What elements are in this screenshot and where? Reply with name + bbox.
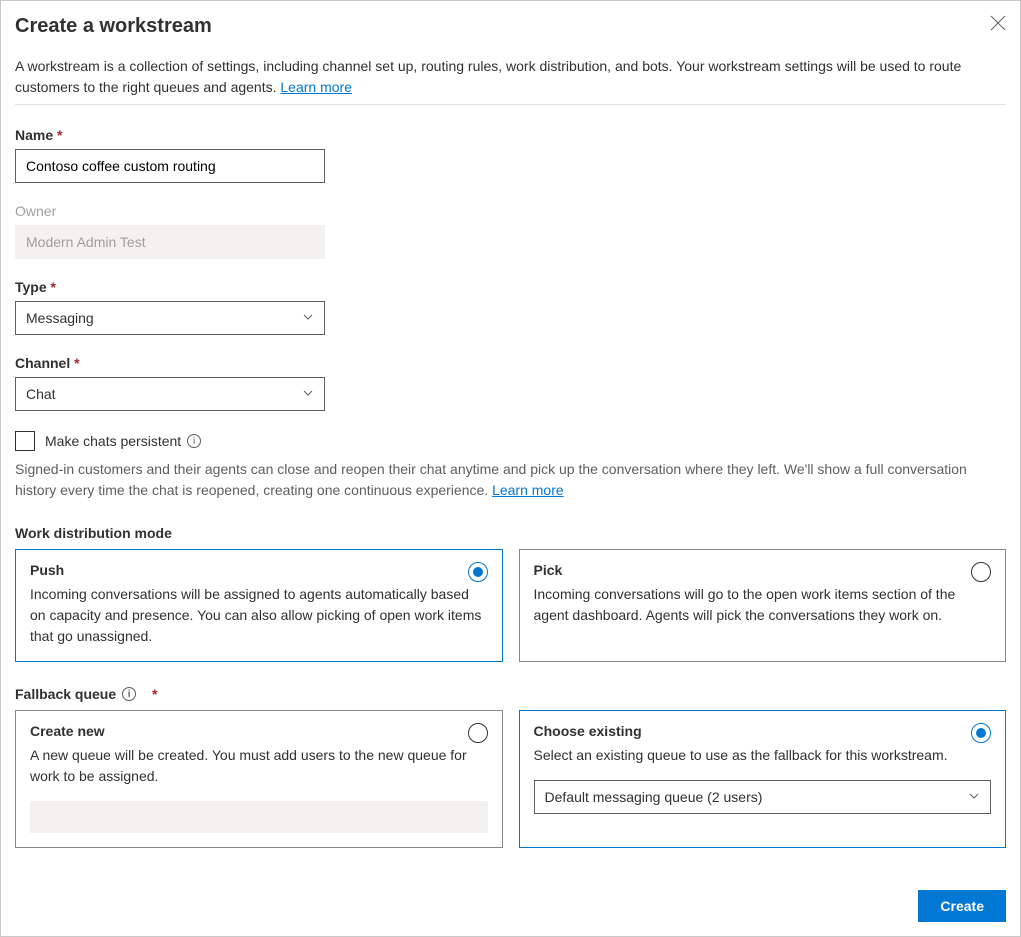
pick-card[interactable]: Pick Incoming conversations will go to t… xyxy=(519,549,1007,662)
channel-label: Channel * xyxy=(15,355,1006,371)
type-label: Type * xyxy=(15,279,1006,295)
create-new-radio[interactable] xyxy=(468,723,488,743)
persistent-label: Make chats persistent i xyxy=(45,433,201,449)
choose-existing-card[interactable]: Choose existing Select an existing queue… xyxy=(519,710,1007,848)
channel-select[interactable]: Chat xyxy=(15,377,325,411)
work-distribution-options: Push Incoming conversations will be assi… xyxy=(15,549,1006,662)
close-button[interactable] xyxy=(990,15,1006,34)
new-queue-name-input xyxy=(30,801,488,833)
fallback-queue-label: Fallback queue i * xyxy=(15,686,1006,702)
owner-input: Modern Admin Test xyxy=(15,225,325,259)
choose-existing-radio[interactable] xyxy=(971,723,991,743)
existing-queue-select[interactable]: Default messaging queue (2 users) xyxy=(534,780,992,814)
name-field: Name * xyxy=(15,127,1006,183)
push-radio[interactable] xyxy=(468,562,488,582)
type-select[interactable]: Messaging xyxy=(15,301,325,335)
learn-more-link[interactable]: Learn more xyxy=(280,79,352,95)
pick-radio[interactable] xyxy=(971,562,991,582)
chevron-down-icon xyxy=(302,386,314,402)
persistent-helper: Signed-in customers and their agents can… xyxy=(15,459,1006,501)
persistent-learn-more-link[interactable]: Learn more xyxy=(492,482,564,498)
info-icon[interactable]: i xyxy=(122,687,136,701)
channel-field: Channel * Chat xyxy=(15,355,1006,411)
name-label: Name * xyxy=(15,127,1006,143)
info-icon[interactable]: i xyxy=(187,434,201,448)
create-new-desc: A new queue will be created. You must ad… xyxy=(30,745,488,787)
close-icon xyxy=(990,19,1006,34)
work-distribution-label: Work distribution mode xyxy=(15,525,1006,541)
create-button[interactable]: Create xyxy=(918,890,1006,922)
pick-title: Pick xyxy=(534,562,992,578)
panel-title: Create a workstream xyxy=(15,15,212,38)
persistent-checkbox-row: Make chats persistent i xyxy=(15,431,1006,451)
footer: Create xyxy=(15,890,1006,922)
create-new-title: Create new xyxy=(30,723,488,739)
panel-description: A workstream is a collection of settings… xyxy=(15,56,1006,105)
owner-label: Owner xyxy=(15,203,1006,219)
choose-existing-desc: Select an existing queue to use as the f… xyxy=(534,745,992,766)
type-field: Type * Messaging xyxy=(15,279,1006,335)
owner-field: Owner Modern Admin Test xyxy=(15,203,1006,259)
push-desc: Incoming conversations will be assigned … xyxy=(30,584,488,647)
push-card[interactable]: Push Incoming conversations will be assi… xyxy=(15,549,503,662)
chevron-down-icon xyxy=(302,310,314,326)
chevron-down-icon xyxy=(968,789,980,805)
choose-existing-title: Choose existing xyxy=(534,723,992,739)
push-title: Push xyxy=(30,562,488,578)
type-value: Messaging xyxy=(26,310,94,326)
persistent-checkbox[interactable] xyxy=(15,431,35,451)
create-workstream-panel: Create a workstream A workstream is a co… xyxy=(0,0,1021,937)
fallback-queue-options: Create new A new queue will be created. … xyxy=(15,710,1006,848)
create-new-card[interactable]: Create new A new queue will be created. … xyxy=(15,710,503,848)
pick-desc: Incoming conversations will go to the op… xyxy=(534,584,992,626)
existing-queue-value: Default messaging queue (2 users) xyxy=(545,789,763,805)
name-input[interactable] xyxy=(15,149,325,183)
channel-value: Chat xyxy=(26,386,56,402)
